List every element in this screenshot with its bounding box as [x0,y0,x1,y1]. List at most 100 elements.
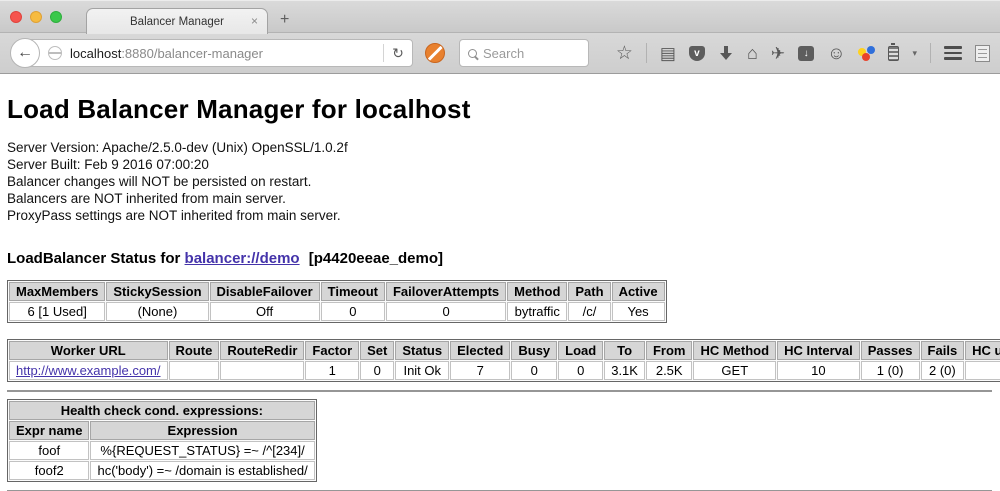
cell-factor: 1 [305,361,359,380]
globe-icon [48,46,62,60]
search-bar[interactable] [459,39,589,67]
balancer-demo-link[interactable]: balancer://demo [185,250,300,267]
cell-status: Init Ok [395,361,449,380]
toolbar-divider [930,43,931,63]
table-header-row: Expr name Expression [9,421,315,440]
battery-addon-icon[interactable] [888,46,899,61]
col-failoverattempts: FailoverAttempts [386,282,506,301]
home-icon[interactable]: ⌂ [747,44,758,62]
persist-note-line: Balancer changes will NOT be persisted o… [7,173,992,190]
cell-hc-method: GET [693,361,776,380]
plugin-blocked-icon[interactable] [425,43,445,63]
cell-method: bytraffic [507,302,567,321]
server-version-line: Server Version: Apache/2.5.0-dev (Unix) … [7,139,992,156]
reload-button[interactable]: ↻ [384,45,412,62]
bookmark-star-icon[interactable]: ☆ [616,44,633,63]
cell-from: 2.5K [646,361,693,380]
page-title: Load Balancer Manager for localhost [7,94,992,125]
cell-load: 0 [558,361,603,380]
tab-title: Balancer Manager [130,16,224,28]
new-tab-button[interactable]: + [280,10,289,30]
balancer-settings-table: MaxMembers StickySession DisableFailover… [7,280,667,323]
col-expression: Expression [90,421,314,440]
col-expr-name: Expr name [9,421,89,440]
col-disablefailover: DisableFailover [210,282,320,301]
table-header-row: MaxMembers StickySession DisableFailover… [9,282,665,301]
tab-balancer-manager[interactable]: Balancer Manager × [86,8,268,34]
col-passes: Passes [861,341,920,360]
inherit-note-line: Balancers are NOT inherited from main se… [7,190,992,207]
cell-busy: 0 [511,361,557,380]
chevron-down-icon[interactable]: ▾ [912,48,917,59]
color-dots-addon-icon[interactable] [858,45,875,61]
tab-close-icon[interactable]: × [251,14,258,28]
cell-active: Yes [612,302,665,321]
cell-fails: 2 (0) [921,361,965,380]
table-row: foof %{REQUEST_STATUS} =~ /^[234]/ [9,441,315,460]
url-bar[interactable]: localhost:8880/balancer-manager ↻ [25,39,413,67]
col-elected: Elected [450,341,510,360]
search-input[interactable] [483,46,573,61]
url-path: :8880/balancer-manager [121,46,263,61]
cell-passes: 1 (0) [861,361,920,380]
table-title-row: Health check cond. expressions: [9,401,315,420]
table-row: http://www.example.com/ 1 0 Init Ok 7 0 … [9,361,1000,380]
window-controls [10,11,62,23]
emoji-chat-icon[interactable]: ☺ [827,44,845,62]
back-button[interactable]: ← [10,38,40,68]
downloads-icon[interactable] [718,45,734,61]
zoom-window-button[interactable] [50,11,62,23]
url-text: localhost:8880/balancer-manager [70,46,263,61]
health-table-title: Health check cond. expressions: [9,401,315,420]
proxypass-note-line: ProxyPass settings are NOT inherited fro… [7,207,992,224]
addon-download-icon[interactable]: ↓ [798,46,814,61]
cell-maxmembers: 6 [1 Used] [9,302,105,321]
cell-worker-url: http://www.example.com/ [9,361,168,380]
browser-window: Balancer Manager × + ← localhost:8880/ba… [0,0,1000,491]
cell-expression: %{REQUEST_STATUS} =~ /^[234]/ [90,441,314,460]
col-stickysession: StickySession [106,282,208,301]
title-bar: Balancer Manager × + [0,0,1000,33]
close-window-button[interactable] [10,11,22,23]
server-built-line: Server Built: Feb 9 2016 07:00:20 [7,156,992,173]
cell-failoverattempts: 0 [386,302,506,321]
bookmarks-menu-icon[interactable]: ▤ [660,45,676,62]
cell-stickysession: (None) [106,302,208,321]
col-from: From [646,341,693,360]
pocket-icon[interactable]: v [689,46,705,61]
col-path: Path [568,282,610,301]
col-worker-url: Worker URL [9,341,168,360]
menu-hamburger-icon[interactable] [944,46,962,60]
col-load: Load [558,341,603,360]
cell-route [169,361,220,380]
back-arrow-icon: ← [17,45,33,61]
toolbar-divider [646,43,647,63]
navigation-toolbar: ← localhost:8880/balancer-manager ↻ ☆ ▤ … [0,33,1000,74]
reader-page-icon[interactable] [975,45,990,62]
col-set: Set [360,341,394,360]
minimize-window-button[interactable] [30,11,42,23]
col-status: Status [395,341,449,360]
cell-elected: 7 [450,361,510,380]
send-plane-icon[interactable]: ✈ [771,45,785,62]
cell-hc-uri [965,361,1000,380]
worker-url-link[interactable]: http://www.example.com/ [16,363,161,378]
cell-expr-name: foof2 [9,461,89,480]
col-hc-interval: HC Interval [777,341,860,360]
section-divider [7,390,992,392]
cell-hc-interval: 10 [777,361,860,380]
col-fails: Fails [921,341,965,360]
server-info: Server Version: Apache/2.5.0-dev (Unix) … [7,139,992,224]
table-row: 6 [1 Used] (None) Off 0 0 bytraffic /c/ … [9,302,665,321]
col-busy: Busy [511,341,557,360]
cell-routeredir [220,361,304,380]
loadbalancer-status-heading: LoadBalancer Status for balancer://demo … [7,250,992,267]
col-hc-uri: HC uri [965,341,1000,360]
page-content: Load Balancer Manager for localhost Serv… [0,74,1000,491]
cell-expr-name: foof [9,441,89,460]
col-factor: Factor [305,341,359,360]
col-timeout: Timeout [321,282,385,301]
col-method: Method [507,282,567,301]
status-nonce: [p4420eeae_demo] [309,250,443,267]
cell-path: /c/ [568,302,610,321]
